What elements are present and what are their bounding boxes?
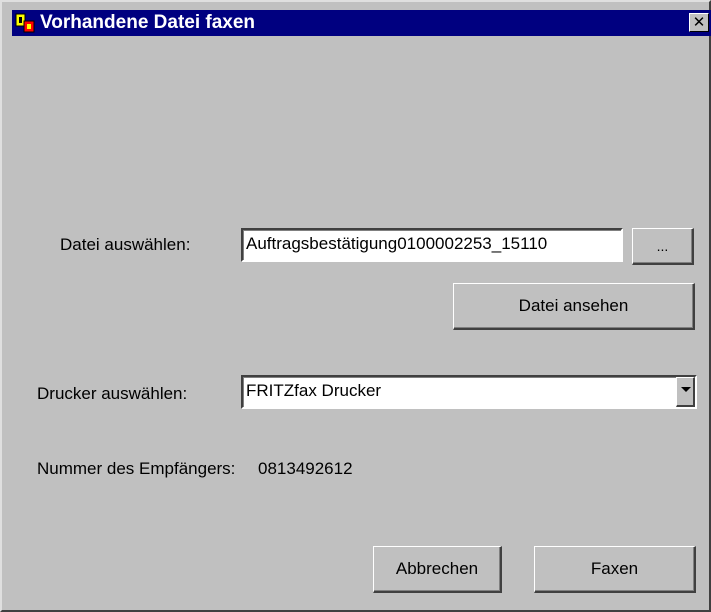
file-select-label: Datei auswählen: (60, 235, 191, 254)
view-file-button-label: Datei ansehen (518, 296, 629, 315)
window-title: Vorhandene Datei faxen (40, 12, 256, 33)
title-bar[interactable]: Vorhandene Datei faxen ✕ (12, 10, 711, 36)
browse-button[interactable]: ... (632, 228, 694, 265)
file-path-field[interactable]: Auftragsbestätigung0100002253_15110 (241, 228, 623, 262)
fax-button-label: Faxen (590, 559, 639, 578)
view-file-button[interactable]: Datei ansehen (453, 283, 695, 330)
recipient-number-value: 0813492612 (258, 459, 353, 478)
dialog-window: Vorhandene Datei faxen ✕ Datei auswählen… (0, 0, 711, 612)
fax-button[interactable]: Faxen (534, 546, 696, 593)
close-icon: ✕ (692, 13, 706, 31)
cancel-button[interactable]: Abbrechen (373, 546, 502, 593)
printer-dropdown-value: FRITZfax Drucker (246, 381, 382, 400)
recipient-number-label: Nummer des Empfängers: (37, 459, 236, 478)
browse-button-label: ... (656, 238, 669, 254)
printer-dropdown[interactable]: FRITZfax Drucker (241, 375, 697, 409)
chevron-down-icon (681, 387, 691, 392)
fax-app-icon (15, 13, 35, 33)
cancel-button-label: Abbrechen (395, 559, 479, 578)
printer-select-label: Drucker auswählen: (37, 384, 188, 403)
close-button[interactable]: ✕ (689, 13, 709, 32)
dropdown-arrow-button[interactable] (676, 377, 695, 407)
